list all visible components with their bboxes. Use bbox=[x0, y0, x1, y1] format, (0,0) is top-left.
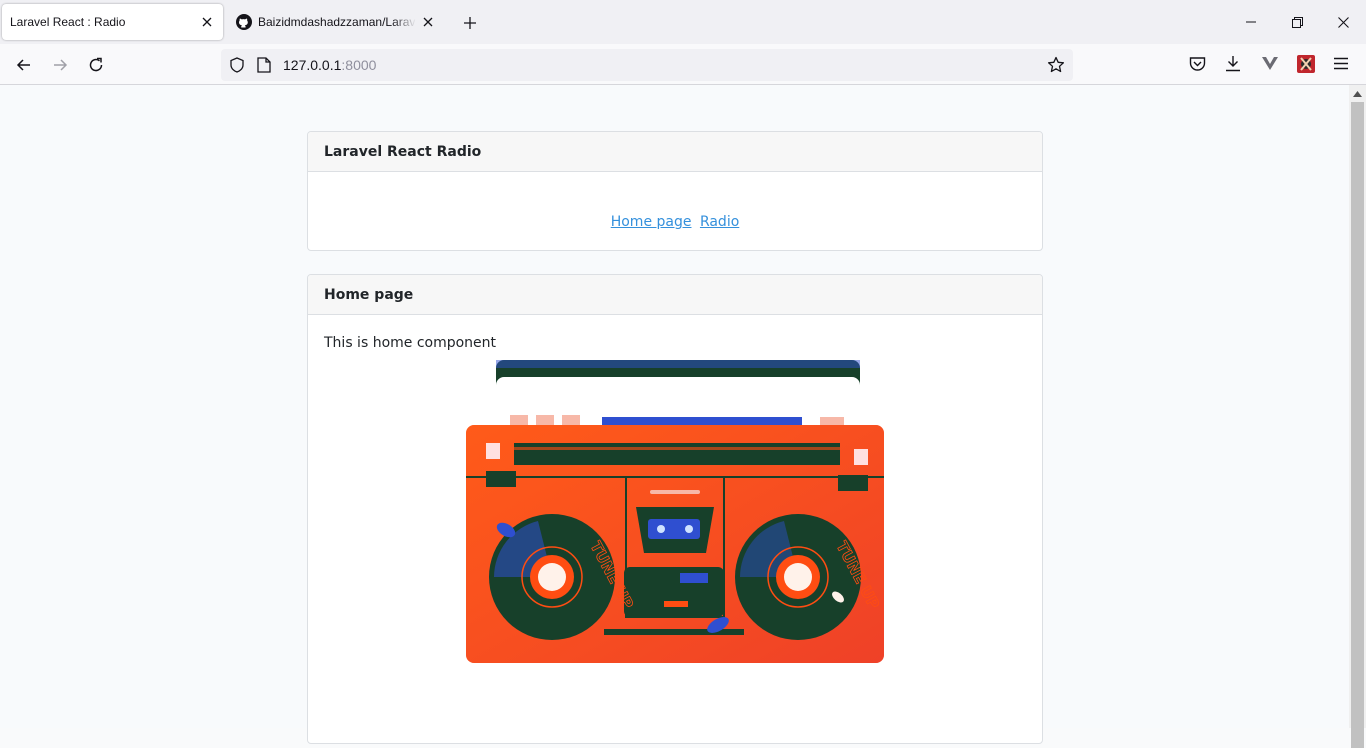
close-window-button[interactable] bbox=[1320, 0, 1366, 44]
nav-card: Laravel React Radio Home page Radio bbox=[307, 131, 1043, 251]
pocket-icon[interactable] bbox=[1189, 56, 1206, 72]
url-port: :8000 bbox=[341, 57, 377, 73]
address-bar[interactable]: 127.0.0.1:8000 bbox=[221, 49, 1073, 81]
radio-link[interactable]: Radio bbox=[700, 214, 739, 230]
tab-title: Baizidmdashadzzaman/Laravel- bbox=[258, 15, 416, 29]
extension-avatar-icon[interactable] bbox=[1297, 55, 1315, 73]
extension-v-icon[interactable] bbox=[1261, 56, 1279, 71]
url-host: 127.0.0.1 bbox=[283, 57, 342, 73]
navigation-toolbar: 127.0.0.1:8000 bbox=[0, 44, 1366, 85]
close-tab-icon[interactable] bbox=[416, 10, 440, 34]
page-icon bbox=[257, 57, 271, 73]
reload-button[interactable] bbox=[81, 50, 111, 80]
arrow-left-icon bbox=[16, 59, 30, 71]
minimize-icon bbox=[1246, 21, 1256, 23]
github-icon bbox=[236, 14, 252, 30]
vertical-scrollbar[interactable] bbox=[1349, 85, 1366, 748]
tab-strip: Laravel React : Radio Baizidmdashadzzama… bbox=[0, 0, 1366, 44]
arrow-right-icon bbox=[54, 59, 68, 71]
minimize-button[interactable] bbox=[1228, 0, 1274, 44]
home-card: Home page This is home component TUNE UP… bbox=[307, 274, 1043, 744]
home-page-link[interactable]: Home page bbox=[611, 214, 692, 230]
chevron-up-icon bbox=[1353, 90, 1362, 97]
shield-icon[interactable] bbox=[229, 57, 245, 73]
url-text[interactable]: 127.0.0.1:8000 bbox=[283, 57, 376, 73]
boombox-illustration: TUNE UP TUNE UP bbox=[466, 360, 884, 663]
bookmark-star-icon[interactable] bbox=[1047, 56, 1065, 74]
close-tab-icon[interactable] bbox=[195, 10, 219, 34]
tab-github-repo[interactable]: Baizidmdashadzzaman/Laravel- bbox=[226, 4, 444, 40]
forward-button[interactable] bbox=[45, 50, 75, 80]
reload-icon bbox=[89, 57, 103, 72]
restore-button[interactable] bbox=[1274, 0, 1320, 44]
nav-card-title: Laravel React Radio bbox=[308, 132, 1042, 172]
back-button[interactable] bbox=[9, 50, 39, 80]
tab-title: Laravel React : Radio bbox=[10, 15, 126, 29]
close-icon bbox=[1337, 16, 1349, 28]
scrollbar-thumb[interactable] bbox=[1351, 102, 1364, 748]
new-tab-button[interactable] bbox=[456, 9, 484, 37]
tab-laravel-react-radio[interactable]: Laravel React : Radio bbox=[2, 4, 223, 40]
home-card-title: Home page bbox=[308, 275, 1042, 315]
plus-icon bbox=[464, 17, 476, 29]
page-viewport: Laravel React Radio Home page Radio Home… bbox=[0, 85, 1349, 744]
menu-icon[interactable] bbox=[1334, 57, 1348, 70]
nav-links: Home page Radio bbox=[308, 214, 1042, 230]
restore-icon bbox=[1291, 16, 1303, 28]
scroll-up-button[interactable] bbox=[1349, 85, 1366, 102]
download-icon[interactable] bbox=[1225, 55, 1241, 72]
